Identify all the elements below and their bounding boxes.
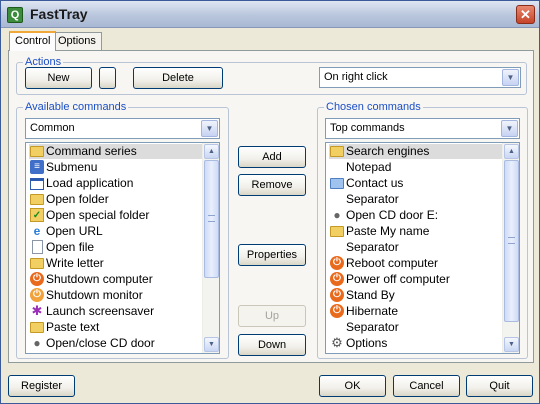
list-item[interactable]: Separator [329, 240, 503, 255]
paste-icon [30, 322, 44, 333]
list-item[interactable]: e Open URL [29, 224, 203, 239]
list-item[interactable]: Search engines [329, 144, 503, 159]
available-commands-list[interactable]: Command series ≡ Submenu Load application… [25, 142, 220, 354]
cancel-button[interactable]: Cancel [393, 375, 460, 397]
down-button[interactable]: Down [238, 334, 306, 356]
list-item[interactable]: ⏻ Shutdown monitor [29, 288, 203, 303]
list-item[interactable]: Paste text [29, 320, 203, 335]
hibernate-icon: ⏻ [330, 304, 344, 318]
list-item[interactable]: ⏻ Reboot computer [329, 256, 503, 271]
available-legend: Available commands [25, 101, 127, 113]
chosen-filter-dropdown[interactable]: Top commands ▼ [325, 118, 520, 139]
list-item[interactable]: ✱ Launch screensaver [29, 304, 203, 319]
list-item[interactable]: Open folder [29, 192, 203, 207]
list-item[interactable]: ● Open CD door E: [329, 208, 503, 223]
power-off-icon: ⏻ [330, 272, 344, 286]
scroll-up-icon[interactable]: ▲ [504, 144, 519, 159]
chosen-legend: Chosen commands [326, 101, 421, 113]
reboot-icon: ⏻ [330, 256, 344, 270]
list-item[interactable]: Contact us [329, 176, 503, 191]
special-folder-icon: ✓ [30, 208, 44, 222]
cd-door-icon: ● [33, 336, 41, 350]
close-icon: ✕ [520, 7, 531, 22]
chosen-scrollbar[interactable]: ▲ ▼ [502, 143, 519, 353]
grip-icon [208, 215, 215, 222]
list-item[interactable]: Separator [329, 192, 503, 207]
list-item[interactable]: Write letter [29, 256, 203, 271]
trigger-value: On right click [324, 71, 388, 83]
list-item[interactable]: Open file [29, 240, 203, 255]
shutdown-icon: ⏻ [30, 272, 44, 286]
file-icon [32, 240, 43, 254]
grip-icon [508, 237, 515, 244]
list-item[interactable]: Notepad [329, 160, 503, 175]
chevron-down-icon[interactable]: ▼ [501, 120, 518, 137]
scroll-down-icon[interactable]: ▼ [204, 337, 219, 352]
contact-icon [330, 178, 344, 189]
up-button[interactable]: Up [238, 305, 306, 327]
register-button[interactable]: Register [8, 375, 75, 397]
available-filter-value: Common [30, 122, 75, 134]
available-scrollbar[interactable]: ▲ ▼ [202, 143, 219, 353]
list-item[interactable]: ✓ Open special folder [29, 208, 203, 223]
remove-button[interactable]: Remove [238, 174, 306, 196]
control-panel: Actions New Delete On right click ▼ Avai… [8, 50, 534, 363]
application-window-icon [30, 178, 44, 190]
scroll-thumb[interactable] [504, 160, 519, 322]
list-item[interactable]: Paste My name [329, 224, 503, 239]
app-icon: Q [7, 7, 23, 23]
scroll-thumb[interactable] [204, 160, 219, 278]
list-item[interactable]: ● Open/close CD door [29, 336, 203, 351]
standby-icon: ⏻ [330, 288, 344, 302]
chevron-down-icon[interactable]: ▼ [502, 69, 519, 86]
list-item[interactable]: Command series [29, 144, 203, 159]
list-item[interactable]: ⚙ Options [329, 336, 503, 351]
submenu-icon: ≡ [30, 160, 44, 174]
chosen-commands-list[interactable]: Search engines Notepad Contact us Separa… [325, 142, 520, 354]
letter-icon [30, 258, 44, 269]
trigger-dropdown[interactable]: On right click ▼ [319, 67, 521, 88]
paste-icon [330, 226, 344, 237]
blank-button[interactable] [99, 67, 116, 89]
command-series-icon [30, 146, 44, 157]
list-item[interactable]: ⏻ Power off computer [329, 272, 503, 287]
list-item[interactable]: ⏻ Stand By [329, 288, 503, 303]
chevron-down-icon[interactable]: ▼ [201, 120, 218, 137]
title-bar: Q FastTray ✕ [1, 1, 539, 28]
delete-button[interactable]: Delete [133, 67, 223, 89]
available-filter-dropdown[interactable]: Common ▼ [25, 118, 220, 139]
chosen-filter-value: Top commands [330, 122, 405, 134]
url-icon: e [33, 224, 41, 238]
cd-door-icon: ● [333, 208, 341, 222]
list-item[interactable]: ⏻ Shutdown computer [29, 272, 203, 287]
window-title: FastTray [30, 6, 88, 22]
monitor-power-icon: ⏻ [30, 288, 44, 302]
search-engines-icon [330, 146, 344, 157]
tab-options[interactable]: Options [52, 32, 102, 50]
close-button[interactable]: ✕ [516, 5, 535, 24]
quit-button[interactable]: Quit [466, 375, 533, 397]
new-button[interactable]: New [25, 67, 92, 89]
list-item[interactable]: ⏻ Hibernate [329, 304, 503, 319]
screensaver-icon: ✱ [31, 303, 43, 318]
options-icon: ⚙ [331, 335, 343, 350]
folder-icon [30, 194, 44, 205]
scroll-down-icon[interactable]: ▼ [504, 337, 519, 352]
list-item[interactable]: Load application [29, 176, 203, 191]
ok-button[interactable]: OK [319, 375, 386, 397]
add-button[interactable]: Add [238, 146, 306, 168]
list-item[interactable]: ≡ Submenu [29, 160, 203, 175]
properties-button[interactable]: Properties [238, 244, 306, 266]
scroll-up-icon[interactable]: ▲ [204, 144, 219, 159]
list-item[interactable]: Separator [329, 320, 503, 335]
fasttray-window: Q FastTray ✕ Control Options Actions New… [0, 0, 540, 404]
tab-control[interactable]: Control [9, 31, 57, 51]
